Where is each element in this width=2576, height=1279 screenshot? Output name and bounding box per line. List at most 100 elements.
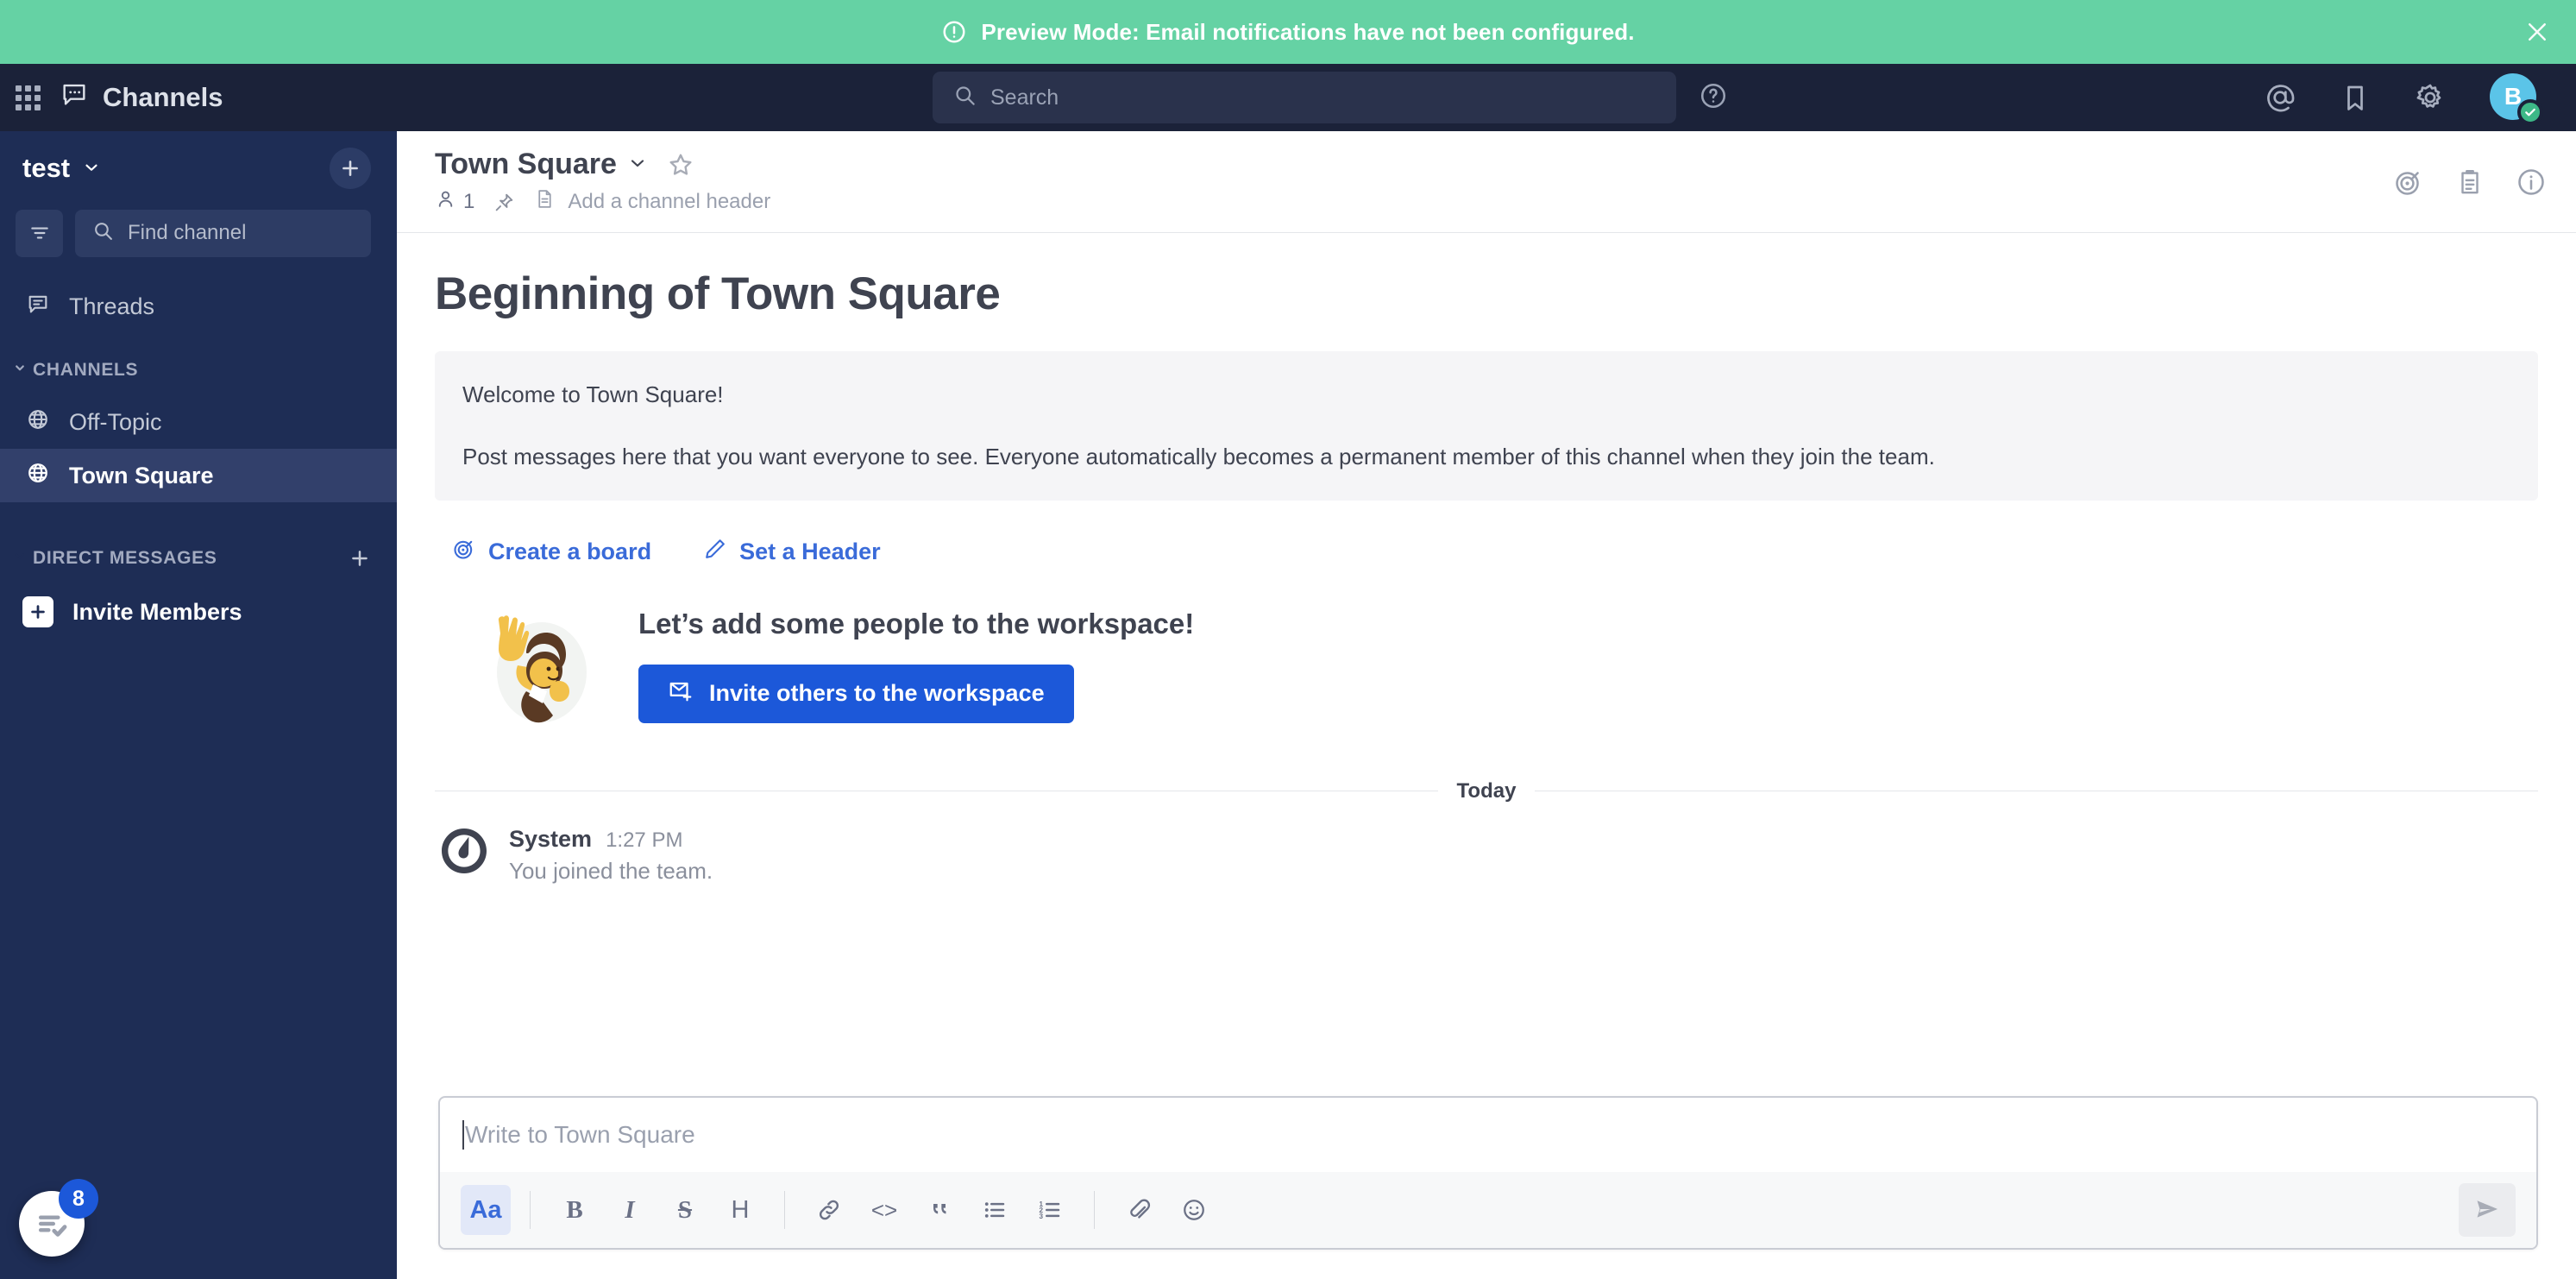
preview-mode-banner: Preview Mode: Email notifications have n…	[0, 0, 2576, 64]
boards-target-icon[interactable]	[2393, 167, 2424, 198]
invite-headline: Let’s add some people to the workspace!	[638, 607, 1195, 640]
envelope-plus-icon	[668, 677, 694, 709]
post-message-prefix: You	[509, 857, 554, 884]
filter-icon[interactable]	[16, 209, 63, 257]
file-icon	[534, 188, 556, 216]
bulleted-list-icon[interactable]	[970, 1185, 1020, 1235]
status-badge-online	[2517, 99, 2543, 125]
set-a-header-button[interactable]: Set a Header	[691, 528, 893, 576]
channel-members-button[interactable]: 1	[435, 188, 474, 216]
product-menu-button[interactable]: Channels	[60, 79, 223, 116]
channel-intro: Beginning of Town Square Welcome to Town…	[397, 268, 2576, 729]
divider	[1094, 1191, 1095, 1229]
post-timestamp[interactable]: 1:27 PM	[606, 829, 682, 853]
gear-icon[interactable]	[2414, 81, 2447, 114]
create-a-board-button[interactable]: Create a board	[440, 528, 663, 576]
find-channel-placeholder: Find channel	[128, 221, 247, 244]
channel-name-dropdown[interactable]: Town Square	[435, 148, 648, 181]
category-toggle-direct-messages[interactable]: DIRECT MESSAGES	[12, 548, 217, 569]
send-plane-icon	[2473, 1195, 2501, 1225]
category-toggle-channels[interactable]: CHANNELS	[12, 360, 138, 381]
channel-intro-title: Beginning of Town Square	[435, 268, 1001, 319]
channels-icon	[60, 79, 89, 116]
mattermost-logo-icon	[438, 826, 490, 878]
playbooks-clipboard-icon[interactable]	[2455, 167, 2485, 197]
pencil-icon	[703, 537, 727, 567]
tasks-badge-count: 8	[59, 1179, 98, 1219]
bold-button[interactable]: B	[550, 1185, 600, 1235]
heading-button[interactable]: H	[715, 1185, 765, 1235]
product-switcher-grid-icon[interactable]	[16, 85, 41, 110]
product-name-label: Channels	[103, 82, 223, 112]
formatting-toggle-button[interactable]: Aa	[461, 1185, 511, 1235]
at-mention-icon[interactable]	[2264, 81, 2296, 114]
global-header: Channels Search B	[0, 64, 2576, 131]
page-title: Town Square	[435, 148, 617, 180]
category-direct-messages: DIRECT MESSAGES	[0, 533, 397, 583]
italic-button[interactable]: I	[605, 1185, 655, 1235]
sidebar-item-label: Off-Topic	[69, 408, 162, 435]
sidebar-item-invite-members[interactable]: Invite Members	[0, 583, 397, 640]
favorite-star-icon[interactable]	[667, 151, 694, 179]
pinned-posts-icon[interactable]	[493, 192, 515, 213]
sidebar: test Find channel Threads CHANNELS Off-T…	[0, 131, 397, 1279]
member-count: 1	[463, 190, 475, 213]
find-channel-row: Find channel	[0, 205, 397, 261]
code-button[interactable]: <>	[859, 1185, 909, 1235]
plus-box-icon	[22, 596, 53, 627]
search-input[interactable]: Search	[933, 72, 1676, 123]
purpose-line: Post messages here that you want everyon…	[462, 444, 1935, 470]
avatar[interactable]: B	[2490, 73, 2543, 125]
add-channel-header-label: Add a channel header	[568, 190, 771, 213]
close-icon[interactable]	[2523, 17, 2552, 47]
strikethrough-button[interactable]: S	[660, 1185, 710, 1235]
post-author[interactable]: System	[509, 826, 592, 853]
sidebar-item-town-square[interactable]: Town Square	[0, 449, 397, 502]
board-target-icon	[452, 537, 476, 567]
category-label: CHANNELS	[33, 360, 139, 380]
browse-or-create-channel-button[interactable]	[330, 148, 371, 189]
invite-people-block: Let’s add some people to the workspace! …	[435, 602, 2538, 729]
chevron-down-icon	[627, 148, 648, 181]
create-a-board-label: Create a board	[488, 538, 652, 564]
channel-intro-actions: Create a board Set a Header	[435, 528, 2538, 576]
chevron-down-icon	[12, 360, 28, 381]
bookmark-icon[interactable]	[2340, 82, 2371, 113]
formatting-toolbar: Aa B I S H <> 1 2 3	[440, 1172, 2536, 1248]
sidebar-item-label: Threads	[69, 293, 155, 319]
question-circle-icon[interactable]	[1699, 81, 1728, 115]
date-separator: Today	[435, 779, 2538, 803]
invite-others-button[interactable]: Invite others to the workspace	[638, 664, 1074, 723]
add-channel-header-button[interactable]: Add a channel header	[534, 188, 770, 216]
person-icon	[435, 188, 456, 216]
search-icon	[953, 84, 977, 111]
find-channel-input[interactable]: Find channel	[75, 209, 371, 257]
date-separator-label[interactable]: Today	[1438, 779, 1536, 803]
smiley-icon[interactable]	[1169, 1185, 1219, 1235]
globe-icon	[26, 461, 50, 491]
warning-circle-icon	[941, 19, 967, 45]
quote-button[interactable]	[914, 1185, 964, 1235]
info-circle-icon[interactable]	[2516, 167, 2547, 198]
globe-icon	[26, 407, 50, 438]
paperclip-icon[interactable]	[1114, 1185, 1164, 1235]
message-input[interactable]: Write to Town Square	[440, 1098, 2536, 1172]
welcome-line: Welcome to Town Square!	[462, 381, 724, 407]
onboarding-tasks-button[interactable]: 8	[19, 1179, 98, 1258]
chevron-down-icon	[12, 548, 28, 569]
send-button[interactable]	[2459, 1183, 2516, 1237]
link-icon[interactable]	[804, 1185, 854, 1235]
message-placeholder: Write to Town Square	[465, 1121, 695, 1148]
sidebar-item-off-topic[interactable]: Off-Topic	[0, 395, 397, 449]
svg-text:3: 3	[1040, 1213, 1044, 1220]
ordered-list-icon[interactable]: 1 2 3	[1025, 1185, 1075, 1235]
team-menu-button[interactable]: test	[22, 153, 101, 184]
post-message-body: joined the team.	[553, 857, 713, 884]
team-name-label: test	[22, 153, 71, 183]
sidebar-item-threads[interactable]: Threads	[0, 280, 397, 333]
team-header: test	[0, 131, 397, 205]
composer-wrap: Write to Town Square Aa B I S H <> 1 2 3	[397, 1081, 2576, 1279]
write-direct-message-icon[interactable]	[349, 547, 371, 570]
main-content: Town Square 1 Add a channel header Begin…	[397, 131, 2576, 1279]
divider	[784, 1191, 785, 1229]
